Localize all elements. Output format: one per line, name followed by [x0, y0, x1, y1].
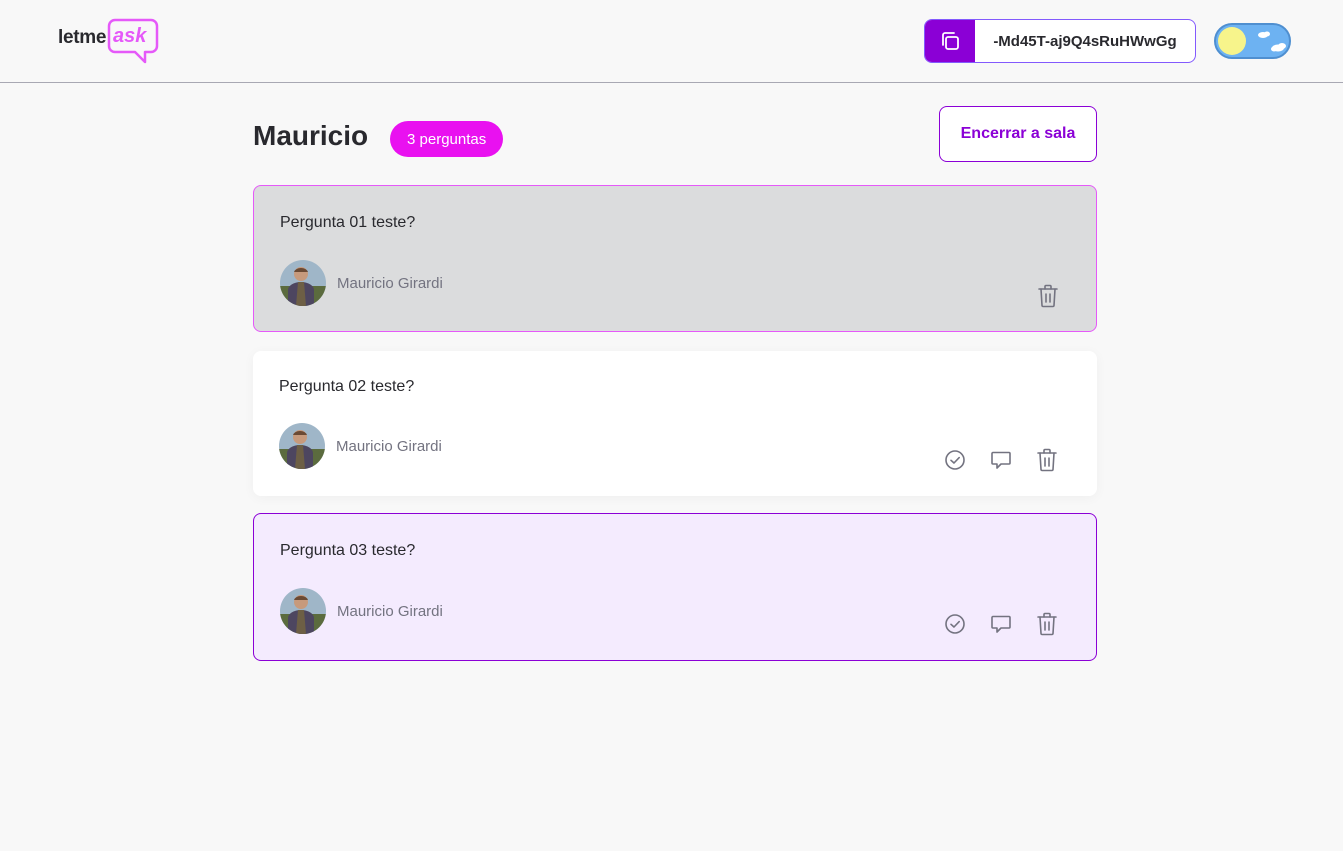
question-author: Mauricio Girardi [280, 260, 443, 306]
answer-bubble-icon[interactable] [987, 446, 1015, 474]
trash-icon[interactable] [1033, 610, 1061, 638]
sun-icon [1218, 27, 1246, 55]
trash-icon[interactable] [1034, 282, 1062, 310]
logo-ask-text: ask [113, 25, 147, 47]
room-code-text: -Md45T-aj9Q4sRuHWwGg [993, 32, 1177, 50]
question-actions [941, 446, 1061, 474]
question-author: Mauricio Girardi [279, 423, 442, 469]
room-title: Mauricio [253, 120, 369, 151]
cloud-icon [1258, 31, 1286, 52]
question-card: Pergunta 02 teste? Mauricio Girardi [253, 351, 1097, 496]
trash-icon[interactable] [1033, 446, 1061, 474]
room-code-button[interactable]: -Md45T-aj9Q4sRuHWwGg [924, 19, 1196, 63]
question-text: Pergunta 02 teste? [279, 378, 415, 395]
answer-bubble-icon[interactable] [987, 610, 1015, 638]
check-circle-icon[interactable] [941, 446, 969, 474]
check-circle-icon[interactable] [941, 610, 969, 638]
author-name: Mauricio Girardi [337, 602, 443, 620]
question-count-badge: 3 perguntas [390, 121, 504, 157]
copy-icon [925, 20, 975, 62]
author-name: Mauricio Girardi [337, 274, 443, 292]
logo-letme-text: letme [58, 27, 107, 48]
question-card: Pergunta 03 teste? Mauricio Girardi [253, 513, 1097, 661]
author-name: Mauricio Girardi [336, 437, 442, 455]
theme-toggle[interactable] [1214, 23, 1291, 59]
end-room-button[interactable]: Encerrar a sala [939, 106, 1097, 162]
question-author: Mauricio Girardi [280, 588, 443, 634]
header: letme ask -Md45T-aj9Q4sRuHWwGg [0, 0, 1343, 83]
question-actions [941, 610, 1061, 638]
avatar [279, 423, 325, 469]
avatar [280, 260, 326, 306]
question-card: Pergunta 01 teste? Mauricio Girardi [253, 185, 1097, 332]
question-actions [1034, 282, 1062, 310]
avatar [280, 588, 326, 634]
question-text: Pergunta 01 teste? [280, 214, 416, 231]
question-text: Pergunta 03 teste? [280, 542, 416, 559]
